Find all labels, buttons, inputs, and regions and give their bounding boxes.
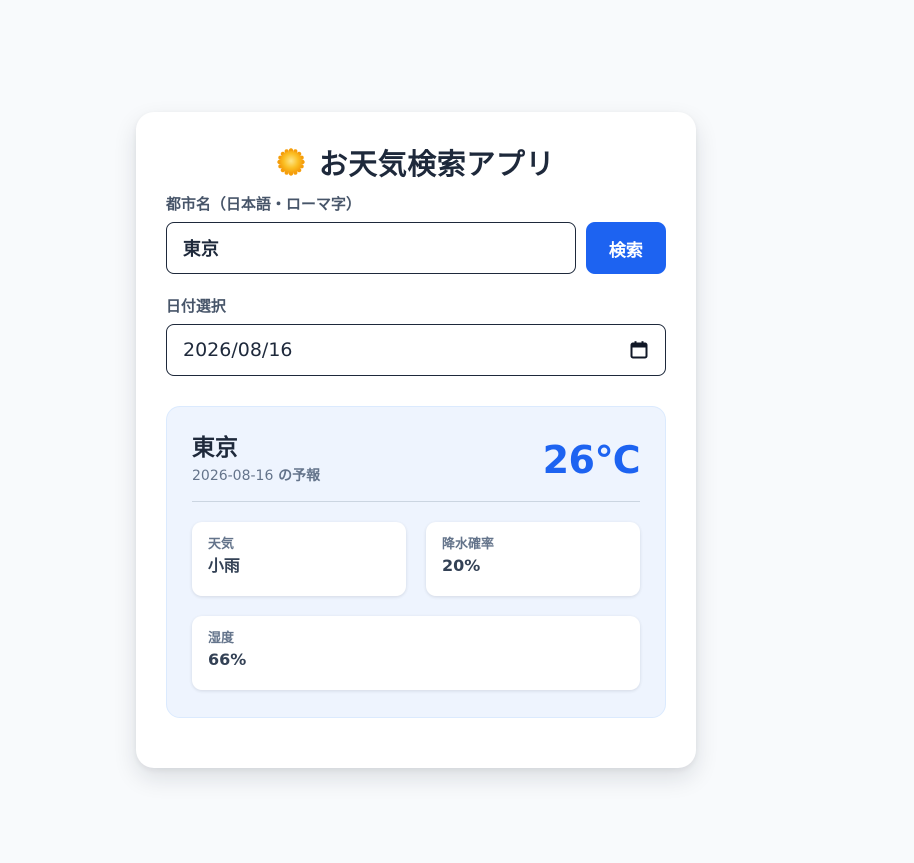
stat-label: 天気 (208, 537, 235, 552)
weather-card: お天気検索アプリ 都市名（日本語・ローマ字） 検索 日付選択 2026/08/1… (136, 112, 696, 768)
forecast-header: 東京 2026-08-16 の予報 26℃ (192, 433, 641, 502)
app-title: お天気検索アプリ (318, 147, 555, 181)
forecast-panel: 東京 2026-08-16 の予報 26℃ 天気 小雨 降水確率 20% 湿度 … (166, 406, 666, 718)
stat-grid: 天気 小雨 降水確率 20% 湿度 66% (192, 522, 640, 710)
stat-value: 20% (442, 556, 481, 575)
forecast-city: 東京 (192, 435, 238, 461)
calendar-icon[interactable] (629, 340, 649, 360)
forecast-date-value: 2026-08-16 (192, 468, 274, 484)
date-input[interactable]: 2026/08/16 (166, 324, 666, 376)
stat-humidity: 湿度 66% (192, 616, 640, 690)
stat-value: 66% (208, 650, 247, 669)
date-label: 日付選択 (166, 297, 227, 315)
stat-label: 湿度 (208, 631, 235, 646)
forecast-location: 東京 2026-08-16 の予報 (192, 433, 320, 485)
stat-weather: 天気 小雨 (192, 522, 406, 596)
date-value: 2026/08/16 (183, 339, 293, 361)
stat-value: 小雨 (208, 556, 241, 575)
header: お天気検索アプリ (166, 142, 666, 182)
temperature: 26℃ (542, 438, 641, 482)
city-input[interactable] (166, 222, 576, 274)
search-button[interactable]: 検索 (586, 222, 666, 274)
sun-icon (277, 148, 305, 176)
search-row: 検索 (166, 222, 666, 274)
forecast-date-suffix: の予報 (273, 468, 321, 484)
stat-precipitation: 降水確率 20% (426, 522, 640, 596)
forecast-date: 2026-08-16 の予報 (192, 465, 320, 485)
city-label: 都市名（日本語・ローマ字） (166, 195, 362, 213)
stat-label: 降水確率 (442, 537, 495, 552)
